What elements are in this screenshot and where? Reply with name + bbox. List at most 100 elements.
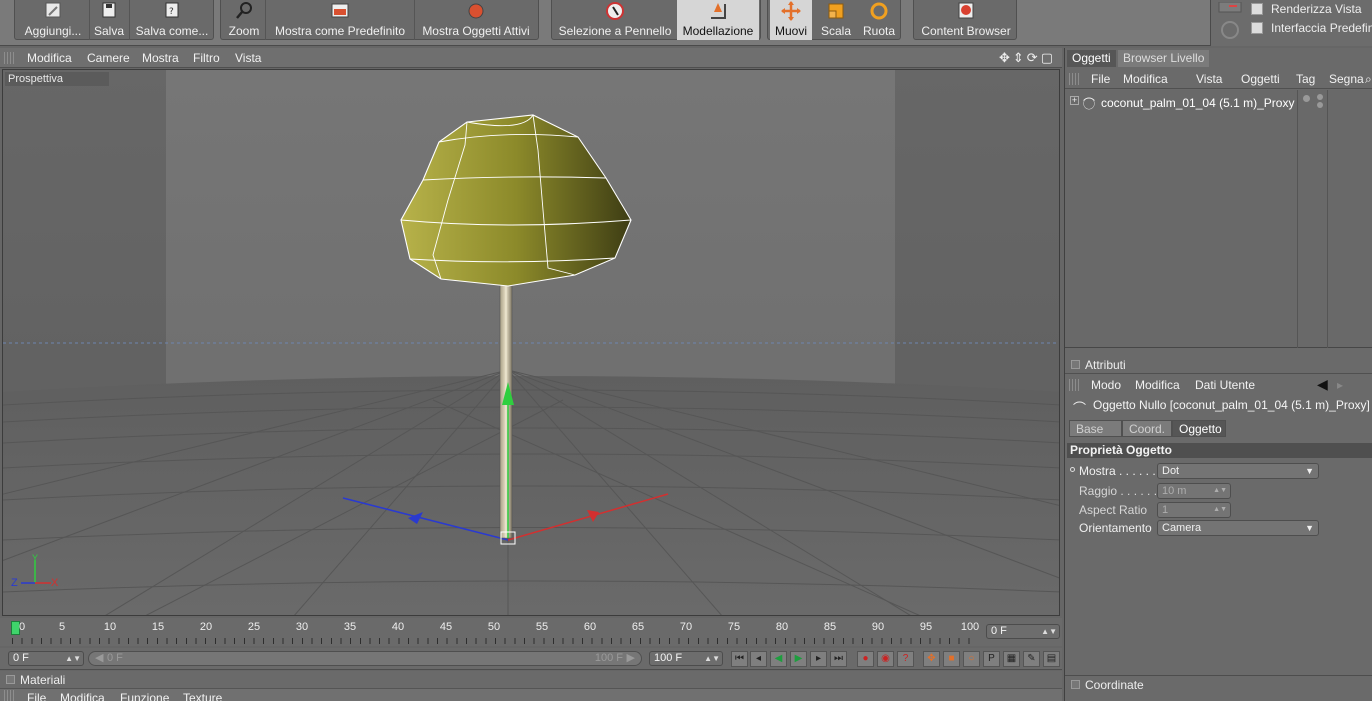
objects-menu-bookmarks[interactable]: Segna <box>1329 72 1364 86</box>
tab-layer-browser[interactable]: Browser Livello <box>1118 50 1210 67</box>
svg-text:?: ? <box>169 7 174 17</box>
objects-menu-objects[interactable]: Oggetti <box>1241 72 1280 86</box>
axis-x-label: X <box>51 577 59 589</box>
keyframe-selection-icon[interactable]: ? <box>897 651 914 667</box>
forward-arrow-icon[interactable]: ▸ <box>1337 378 1343 392</box>
viewport-camera-label[interactable]: Prospettiva <box>5 72 109 86</box>
radius-field[interactable]: 10 m ▲▼ <box>1157 483 1231 499</box>
content-browser-button[interactable]: Content Browser <box>916 0 1016 40</box>
attributes-menu-user-data[interactable]: Dati Utente <box>1195 378 1255 392</box>
spinner-icon[interactable]: ▲▼ <box>1213 503 1227 517</box>
key-scale-icon[interactable]: ■ <box>943 651 960 667</box>
brush-selection-button[interactable]: Selezione a Pennello <box>556 0 674 40</box>
show-as-default-button[interactable]: Mostra come Predefinito <box>269 0 411 40</box>
frame-range-slider[interactable]: ◀ 0 F 100 F ▶ <box>88 651 642 666</box>
default-interface-item[interactable]: Interfaccia Predefin <box>1251 21 1372 39</box>
next-key-icon[interactable]: ▸ <box>810 651 827 667</box>
end-frame-field[interactable]: 100 F ▲▼ <box>649 651 723 666</box>
panel-toggle-icon[interactable] <box>1071 680 1080 689</box>
aspect-ratio-field[interactable]: 1 ▲▼ <box>1157 502 1231 518</box>
spinner-icon[interactable]: ▲▼ <box>704 652 720 665</box>
render-view-item[interactable]: Renderizza Vista <box>1251 2 1362 20</box>
move-view-icon[interactable]: ✥ <box>999 50 1013 65</box>
viewport-menu-display[interactable]: Mostra <box>142 51 179 65</box>
attributes-menu-mode[interactable]: Modo <box>1091 378 1121 392</box>
viewport-menu-filter[interactable]: Filtro <box>193 51 220 65</box>
current-frame-field[interactable]: 0 F ▲▼ <box>986 624 1060 639</box>
visibility-render-dot[interactable] <box>1317 102 1323 108</box>
save-button[interactable]: Salva <box>91 0 127 40</box>
materials-menu-edit[interactable]: Modifica <box>60 691 105 701</box>
display-dropdown[interactable]: Dot ▼ <box>1157 463 1319 479</box>
slider-left-arrow[interactable]: ◀ <box>95 652 103 665</box>
null-object-icon: ⌒⃝ <box>1083 97 1096 111</box>
dolly-icon[interactable]: ⇕ <box>1013 50 1027 65</box>
autokey-icon[interactable]: ◉ <box>877 651 894 667</box>
viewport-menu-edit[interactable]: Modifica <box>27 51 72 65</box>
save-as-button[interactable]: ? Salva come... <box>131 0 213 40</box>
materials-menu-file[interactable]: File <box>27 691 46 701</box>
visibility-render-dot[interactable] <box>1317 94 1323 100</box>
objects-menu-file[interactable]: File <box>1091 72 1110 86</box>
attributes-menu-edit[interactable]: Modifica <box>1135 378 1180 392</box>
tab-basic[interactable]: Base <box>1069 420 1122 437</box>
move-tool-button[interactable]: Muovi <box>770 0 812 40</box>
panel-grip[interactable] <box>1069 73 1081 85</box>
object-name[interactable]: coconut_palm_01_04 (5.1 m)_Proxy <box>1101 96 1294 110</box>
objects-menu-edit[interactable]: Modifica <box>1123 72 1168 86</box>
tab-object[interactable]: Oggetto <box>1172 420 1226 437</box>
go-to-start-icon[interactable]: ⏮ <box>731 651 748 667</box>
timeline-ruler[interactable]: 0 5 10 15 20 25 30 35 40 45 50 55 60 65 … <box>0 618 1062 646</box>
go-to-end-icon[interactable]: ⏭ <box>830 651 847 667</box>
maximize-icon[interactable]: ▢ <box>1041 50 1056 65</box>
key-position-icon[interactable]: ✥ <box>923 651 940 667</box>
object-row[interactable]: + ⌒⃝ coconut_palm_01_04 (5.1 m)_Proxy <box>1065 94 1372 112</box>
animate-dot-icon[interactable] <box>1070 467 1075 472</box>
play-forward-icon[interactable]: ▶ <box>790 651 807 667</box>
key-parameter-icon[interactable]: P <box>983 651 1000 667</box>
panel-grip[interactable] <box>4 52 16 64</box>
materials-menu-function[interactable]: Funzione <box>120 691 169 701</box>
render-icon <box>1218 2 1242 39</box>
key-pla-icon[interactable]: ▦ <box>1003 651 1020 667</box>
spinner-icon[interactable]: ▲▼ <box>65 652 81 665</box>
add-button[interactable]: Aggiungi... <box>19 0 87 40</box>
orientation-dropdown[interactable]: Camera ▼ <box>1157 520 1319 536</box>
objects-search-icon[interactable]: ⌕ <box>1365 72 1372 87</box>
viewport-menu-cameras[interactable]: Camere <box>87 51 130 65</box>
record-keys-icon[interactable]: ● <box>857 651 874 667</box>
tab-objects[interactable]: Oggetti <box>1067 50 1116 67</box>
scale-tool-button[interactable]: Scala <box>816 0 856 40</box>
objects-menu-view[interactable]: Vista <box>1196 72 1222 86</box>
rotate-view-icon[interactable]: ⟳ <box>1027 50 1041 65</box>
scheme-icon[interactable]: ✎ <box>1023 651 1040 667</box>
materials-menu-texture[interactable]: Texture <box>183 691 222 701</box>
perspective-viewport[interactable]: Prospettiva Y Z X <box>2 69 1060 616</box>
key-rotation-icon[interactable]: ○ <box>963 651 980 667</box>
spinner-icon[interactable]: ▲▼ <box>1041 625 1057 638</box>
expand-icon[interactable]: + <box>1070 96 1079 105</box>
slider-right-arrow[interactable]: ▶ <box>627 652 635 665</box>
toolbar-separator <box>89 0 90 40</box>
timeline-menu-icon[interactable]: ▤ <box>1043 651 1060 667</box>
timeline-ticks <box>12 638 978 644</box>
modeling-button[interactable]: Modellazione <box>677 0 759 40</box>
tab-coordinates[interactable]: Coord. <box>1122 420 1172 437</box>
objects-menu-tags[interactable]: Tag <box>1296 72 1315 86</box>
spinner-icon[interactable]: ▲▼ <box>1213 484 1227 498</box>
panel-toggle-icon[interactable] <box>6 675 15 684</box>
panel-grip[interactable] <box>4 690 16 701</box>
zoom-button[interactable]: Zoom <box>225 0 263 40</box>
start-frame-field[interactable]: 0 F ▲▼ <box>8 651 84 666</box>
attributes-object-title: Oggetto Nullo [coconut_palm_01_04 (5.1 m… <box>1093 398 1370 412</box>
viewport-menu-view[interactable]: Vista <box>235 51 261 65</box>
panel-grip[interactable] <box>1069 379 1081 391</box>
toolbar-separator <box>414 0 415 40</box>
play-backward-icon[interactable]: ◀ <box>770 651 787 667</box>
visibility-editor-dot[interactable] <box>1303 95 1310 102</box>
show-active-objects-button[interactable]: Mostra Oggetti Attivi <box>416 0 536 40</box>
prev-key-icon[interactable]: ◂ <box>750 651 767 667</box>
rotate-tool-button[interactable]: Ruota <box>858 0 900 40</box>
back-arrow-icon[interactable]: ◀ <box>1317 376 1328 393</box>
panel-toggle-icon[interactable] <box>1071 360 1080 369</box>
